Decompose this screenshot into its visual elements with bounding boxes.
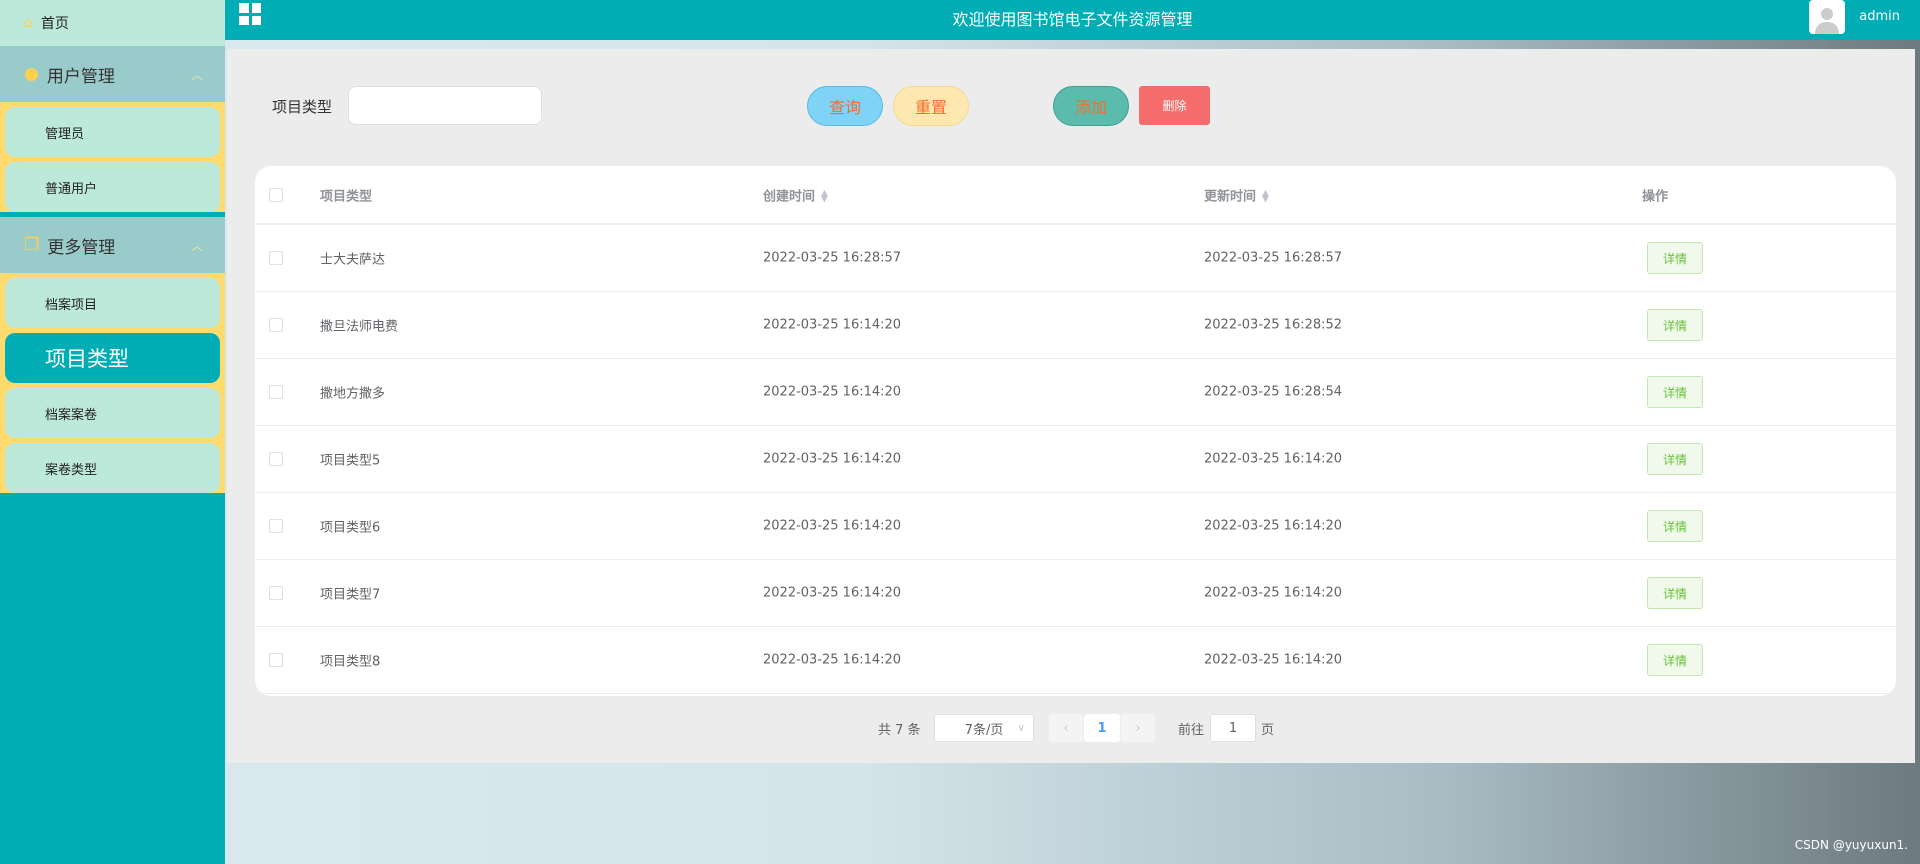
sort-icon[interactable]: ▲ ▼ [1262, 189, 1269, 204]
row-checkbox[interactable] [269, 251, 283, 265]
chevron-up-icon: ︿ [190, 238, 203, 253]
home-icon: ⌂ [24, 15, 33, 31]
copy-icon: ❐ [24, 235, 40, 255]
column-actions: 操作 [1642, 189, 1669, 204]
cell-updated: 2022-03-25 16:14:20 [1204, 518, 1343, 534]
table-row: 士大夫萨达 2022-03-25 16:28:57 2022-03-25 16:… [255, 225, 1896, 292]
page-title: 欢迎使用图书馆电子文件资源管理 [952, 10, 1193, 29]
project-type-search-input[interactable] [348, 86, 542, 125]
table-header: 项目类型 创建时间 ▲ ▼ 更新时间 ▲ ▼ 操作 [255, 166, 1896, 225]
cell-updated: 2022-03-25 16:14:20 [1204, 585, 1343, 601]
goto-label: 前往 [1178, 722, 1205, 738]
detail-button[interactable]: 详情 [1647, 242, 1703, 274]
sidebar-item-project-type[interactable]: 项目类型 [5, 333, 220, 383]
row-checkbox[interactable] [269, 385, 283, 399]
row-checkbox[interactable] [269, 653, 283, 667]
cell-created: 2022-03-25 16:14:20 [763, 518, 902, 534]
detail-button[interactable]: 详情 [1647, 510, 1703, 542]
goto-page-input[interactable]: 1 [1210, 714, 1256, 742]
pagination: 共 7 条 7条/页 ∨ ‹ 1 › 前往 1 页 [227, 714, 1915, 742]
total-count: 共 7 条 [878, 722, 921, 738]
menu-group-user[interactable]: ● 用户管理 ︿ [0, 46, 225, 102]
chevron-up-icon: ︿ [190, 67, 203, 82]
sidebar-item-archive-project[interactable]: 档案项目 [5, 278, 220, 328]
detail-button[interactable]: 详情 [1647, 577, 1703, 609]
cell-created: 2022-03-25 16:14:20 [763, 585, 902, 601]
cell-updated: 2022-03-25 16:14:20 [1204, 451, 1343, 467]
cell-project-type: 项目类型8 [320, 654, 381, 670]
detail-button[interactable]: 详情 [1647, 644, 1703, 676]
cell-project-type: 撒旦法师电费 [320, 319, 399, 335]
cell-project-type: 撒地方撒多 [320, 386, 386, 402]
column-project-type: 项目类型 [320, 189, 373, 204]
detail-button[interactable]: 详情 [1647, 309, 1703, 341]
cell-created: 2022-03-25 16:14:20 [763, 317, 902, 333]
page-suffix: 页 [1261, 722, 1275, 738]
watermark: CSDN @yuyuxun1. [1794, 838, 1908, 852]
cell-updated: 2022-03-25 16:28:54 [1204, 384, 1343, 400]
cell-project-type: 项目类型6 [320, 520, 381, 536]
table-row: 项目类型6 2022-03-25 16:14:20 2022-03-25 16:… [255, 493, 1896, 560]
page-1-button[interactable]: 1 [1084, 714, 1120, 742]
column-updated[interactable]: 更新时间 ▲ ▼ [1204, 185, 1269, 204]
detail-button[interactable]: 详情 [1647, 443, 1703, 475]
reset-button[interactable]: 重置 [893, 86, 969, 126]
username[interactable]: admin [1859, 9, 1900, 24]
sidebar-item-volume-type[interactable]: 案卷类型 [5, 443, 220, 493]
sidebar-item-admin[interactable]: 管理员 [5, 107, 220, 157]
cell-created: 2022-03-25 16:14:20 [763, 652, 902, 668]
search-label: 项目类型 [272, 98, 333, 116]
cell-updated: 2022-03-25 16:28:57 [1204, 250, 1343, 266]
cell-updated: 2022-03-25 16:28:52 [1204, 317, 1343, 333]
prev-page-button[interactable]: ‹ [1049, 714, 1083, 742]
sidebar-item-archive-volume[interactable]: 档案案卷 [5, 388, 220, 438]
cell-project-type: 项目类型7 [320, 587, 381, 603]
sidebar-item-home[interactable]: ⌂ 首页 [0, 0, 225, 46]
table-row: 撒旦法师电费 2022-03-25 16:14:20 2022-03-25 16… [255, 292, 1896, 359]
sidebar: ⌂ 首页 ● 用户管理 ︿ 管理员 普通用户 ❐ 更多管理 ︿ 档案项目 项目类型 档案案… [0, 0, 225, 864]
cell-project-type: 士大夫萨达 [320, 252, 386, 268]
cell-project-type: 项目类型5 [320, 453, 381, 469]
sidebar-item-users[interactable]: 普通用户 [5, 162, 220, 212]
row-checkbox[interactable] [269, 452, 283, 466]
column-created[interactable]: 创建时间 ▲ ▼ [763, 185, 828, 204]
row-checkbox[interactable] [269, 586, 283, 600]
table-row: 项目类型7 2022-03-25 16:14:20 2022-03-25 16:… [255, 560, 1896, 627]
table-row: 项目类型5 2022-03-25 16:14:20 2022-03-25 16:… [255, 426, 1896, 493]
table-row: 撒地方撒多 2022-03-25 16:14:20 2022-03-25 16:… [255, 359, 1896, 426]
select-all-checkbox[interactable] [269, 187, 283, 202]
cell-updated: 2022-03-25 16:14:20 [1204, 652, 1343, 668]
next-page-button[interactable]: › [1121, 714, 1155, 742]
user-icon: ● [24, 64, 39, 84]
page-size-select[interactable]: 7条/页 ∨ [934, 714, 1034, 742]
main-panel: 项目类型 查询 重置 添加 删除 项目类型 创建时间 ▲ ▼ 更新时间 ▲ ▼ 操作 士… [227, 49, 1915, 763]
chevron-down-icon: ∨ [1017, 722, 1025, 734]
sort-icon[interactable]: ▲ ▼ [821, 189, 828, 204]
row-checkbox[interactable] [269, 318, 283, 332]
add-button[interactable]: 添加 [1053, 86, 1129, 126]
top-bar: 欢迎使用图书馆电子文件资源管理 admin [225, 0, 1920, 40]
cell-created: 2022-03-25 16:28:57 [763, 250, 902, 266]
delete-button[interactable]: 删除 [1139, 86, 1210, 125]
menu-group-more[interactable]: ❐ 更多管理 ︿ [0, 217, 225, 273]
row-checkbox[interactable] [269, 519, 283, 533]
cell-created: 2022-03-25 16:14:20 [763, 451, 902, 467]
avatar[interactable] [1809, 0, 1845, 34]
query-button[interactable]: 查询 [807, 86, 883, 126]
table-row: 项目类型8 2022-03-25 16:14:20 2022-03-25 16:… [255, 627, 1896, 694]
data-table: 项目类型 创建时间 ▲ ▼ 更新时间 ▲ ▼ 操作 士大夫萨达 2022-03-25 1… [255, 166, 1896, 696]
cell-created: 2022-03-25 16:14:20 [763, 384, 902, 400]
detail-button[interactable]: 详情 [1647, 376, 1703, 408]
